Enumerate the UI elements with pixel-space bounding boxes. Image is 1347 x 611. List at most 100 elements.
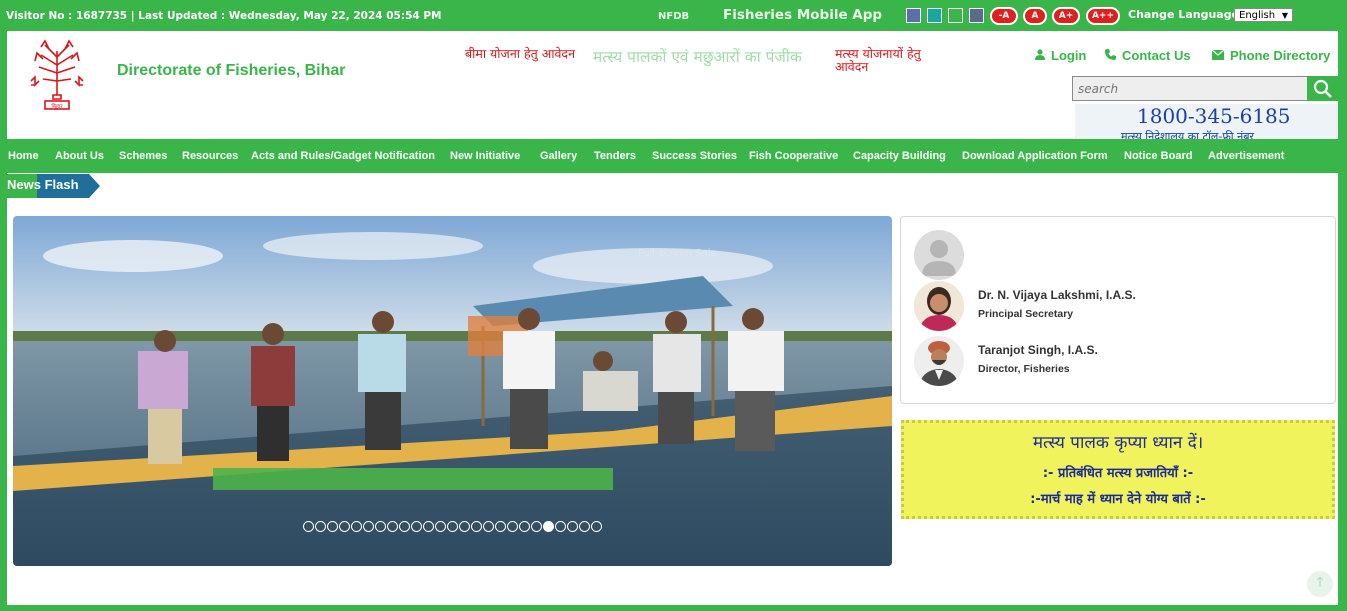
nav-acts-rules[interactable]: Acts and Rules/Gadget Notification — [251, 150, 435, 162]
login-label: Login — [1051, 48, 1087, 63]
slide-photo — [13, 216, 892, 566]
nav-new-initiative[interactable]: New Initiative — [450, 150, 520, 162]
notice-march-tips-link[interactable]: :-मार्च माह में ध्यान देने योग्य बातें :… — [904, 489, 1332, 507]
slider-dot[interactable] — [555, 521, 566, 532]
official-name-1: Dr. N. Vijaya Lakshmi, I.A.S. — [978, 288, 1136, 302]
visitor-info: Visitor No : 1687735 | Last Updated : We… — [6, 10, 442, 22]
slider-dot[interactable] — [363, 521, 374, 532]
top-bar: Visitor No : 1687735 | Last Updated : We… — [0, 0, 1347, 31]
slider-dot[interactable] — [339, 521, 350, 532]
slider-dot[interactable] — [495, 521, 506, 532]
slider-overlay-text: Full-screen Snip — [638, 248, 717, 259]
nav-download-form[interactable]: Download Application Form — [962, 150, 1108, 162]
nav-resources[interactable]: Resources — [182, 150, 238, 162]
envelope-icon — [1211, 49, 1225, 63]
slider-dot[interactable] — [387, 521, 398, 532]
nav-capacity-building[interactable]: Capacity Building — [853, 150, 946, 162]
nav-about-us[interactable]: About Us — [55, 150, 104, 162]
theme-swatch-teal[interactable] — [927, 8, 942, 23]
slider-dot[interactable] — [543, 521, 554, 532]
official-photo-2 — [914, 336, 964, 386]
nav-success-stories[interactable]: Success Stories — [652, 150, 737, 162]
slider-dot[interactable] — [531, 521, 542, 532]
news-flash-tag: News Flash — [7, 174, 100, 198]
theme-swatch-blue[interactable] — [906, 8, 921, 23]
search-button[interactable] — [1307, 76, 1338, 101]
slider-dot[interactable] — [327, 521, 338, 532]
font-normal-button[interactable]: A — [1023, 7, 1047, 25]
arrow-up-icon: ↑ — [1314, 575, 1326, 591]
site-title[interactable]: Directorate of Fisheries, Bihar — [117, 62, 346, 80]
slider-dot[interactable] — [315, 521, 326, 532]
language-selected: English — [1239, 10, 1276, 21]
chevron-down-icon: ▼ — [1281, 11, 1288, 20]
slider-dot[interactable] — [507, 521, 518, 532]
slider-dot[interactable] — [423, 521, 434, 532]
slider-dot[interactable] — [483, 521, 494, 532]
phone-directory-link[interactable]: Phone Directory — [1211, 48, 1331, 63]
contact-us-link[interactable]: Contact Us — [1105, 48, 1191, 63]
nav-gallery[interactable]: Gallery — [540, 150, 577, 162]
official-name-2: Taranjot Singh, I.A.S. — [978, 343, 1098, 357]
slider-dot[interactable] — [519, 521, 530, 532]
font-decrease-button[interactable]: -A — [990, 7, 1018, 25]
slider-dot[interactable] — [579, 521, 590, 532]
slider-dot[interactable] — [447, 521, 458, 532]
avatar-placeholder — [914, 230, 964, 280]
slider-dot[interactable] — [399, 521, 410, 532]
change-language-label: Change Language — [1128, 8, 1240, 21]
avatar-director — [914, 336, 964, 386]
avatar-principal-secretary — [914, 281, 964, 331]
user-silhouette-icon — [922, 240, 956, 276]
font-max-button[interactable]: A++ — [1086, 7, 1120, 25]
notice-heading: मत्स्य पालक कृप्या ध्यान दें। — [1032, 433, 1204, 453]
slider-dot[interactable] — [471, 521, 482, 532]
phone-icon — [1105, 49, 1116, 63]
nav-schemes[interactable]: Schemes — [119, 150, 167, 162]
slider-dot[interactable] — [351, 521, 362, 532]
contact-us-label: Contact Us — [1122, 48, 1191, 63]
slider-dot[interactable] — [591, 521, 602, 532]
font-increase-button[interactable]: A+ — [1052, 7, 1080, 25]
bihar-emblem-logo[interactable]: बिहार — [27, 37, 87, 115]
slider-dot[interactable] — [459, 521, 470, 532]
slider-dot[interactable] — [435, 521, 446, 532]
marquee-registration-link[interactable]: मत्स्य पालकों एवं मछुआरों का पंजीक — [593, 45, 833, 67]
news-flash-label: News Flash — [7, 177, 79, 192]
official-role-2: Director, Fisheries — [978, 363, 1070, 375]
search-input[interactable] — [1073, 77, 1307, 100]
phone-directory-label: Phone Directory — [1230, 48, 1331, 63]
official-photo-1 — [914, 281, 964, 331]
official-role-1: Principal Secretary — [978, 308, 1074, 320]
nav-advertisement[interactable]: Advertisement — [1208, 150, 1284, 162]
main-nav: Home About Us Schemes Resources Acts and… — [7, 139, 1338, 173]
marquee-schemes-link[interactable]: मत्स्य योजनायों हेतु आवेदन — [835, 47, 945, 73]
tollfree-banner: 1800-345-6185 मत्स्य निदेशालय का टॉल-फ्र… — [1075, 104, 1338, 139]
svg-text:बिहार: बिहार — [51, 103, 63, 110]
scroll-to-top-button[interactable]: ↑ — [1307, 571, 1333, 597]
theme-swatch-slate[interactable] — [969, 8, 984, 23]
slider-dot[interactable] — [303, 521, 314, 532]
login-link[interactable]: Login — [1035, 48, 1086, 63]
notice-banned-species-link[interactable]: :- प्रतिबंधित मत्स्य प्रजातियाँ :- — [904, 463, 1332, 481]
image-slider[interactable] — [13, 216, 892, 566]
nfdb-link[interactable]: NFDB — [658, 11, 689, 22]
nav-fish-cooperative[interactable]: Fish Cooperative — [749, 150, 838, 162]
nav-home[interactable]: Home — [8, 150, 39, 162]
tollfree-number: 1800-345-6185 — [1137, 104, 1291, 128]
main-panel: बिहार Directorate of Fisheries, Bihar बी… — [7, 31, 1338, 605]
search-box — [1072, 76, 1309, 101]
mobile-app-link[interactable]: Fisheries Mobile App — [723, 7, 882, 23]
notice-box: मत्स्य पालक कृप्या ध्यान दें। :- प्रतिबं… — [901, 420, 1335, 519]
search-icon — [1313, 79, 1332, 98]
officials-card: Dr. N. Vijaya Lakshmi, I.A.S. Principal … — [900, 216, 1336, 404]
slider-dot[interactable] — [375, 521, 386, 532]
language-select[interactable]: English ▼ — [1234, 8, 1293, 22]
tollfree-caption: मत्स्य निदेशालय का टॉल-फ्री नंबर — [1121, 130, 1255, 139]
theme-swatch-green[interactable] — [948, 8, 963, 23]
marquee-insurance-link[interactable]: बीमा योजना हेतु आवेदन — [465, 47, 575, 60]
nav-tenders[interactable]: Tenders — [594, 150, 636, 162]
slider-dot[interactable] — [411, 521, 422, 532]
nav-notice-board[interactable]: Notice Board — [1124, 150, 1192, 162]
slider-dot[interactable] — [567, 521, 578, 532]
